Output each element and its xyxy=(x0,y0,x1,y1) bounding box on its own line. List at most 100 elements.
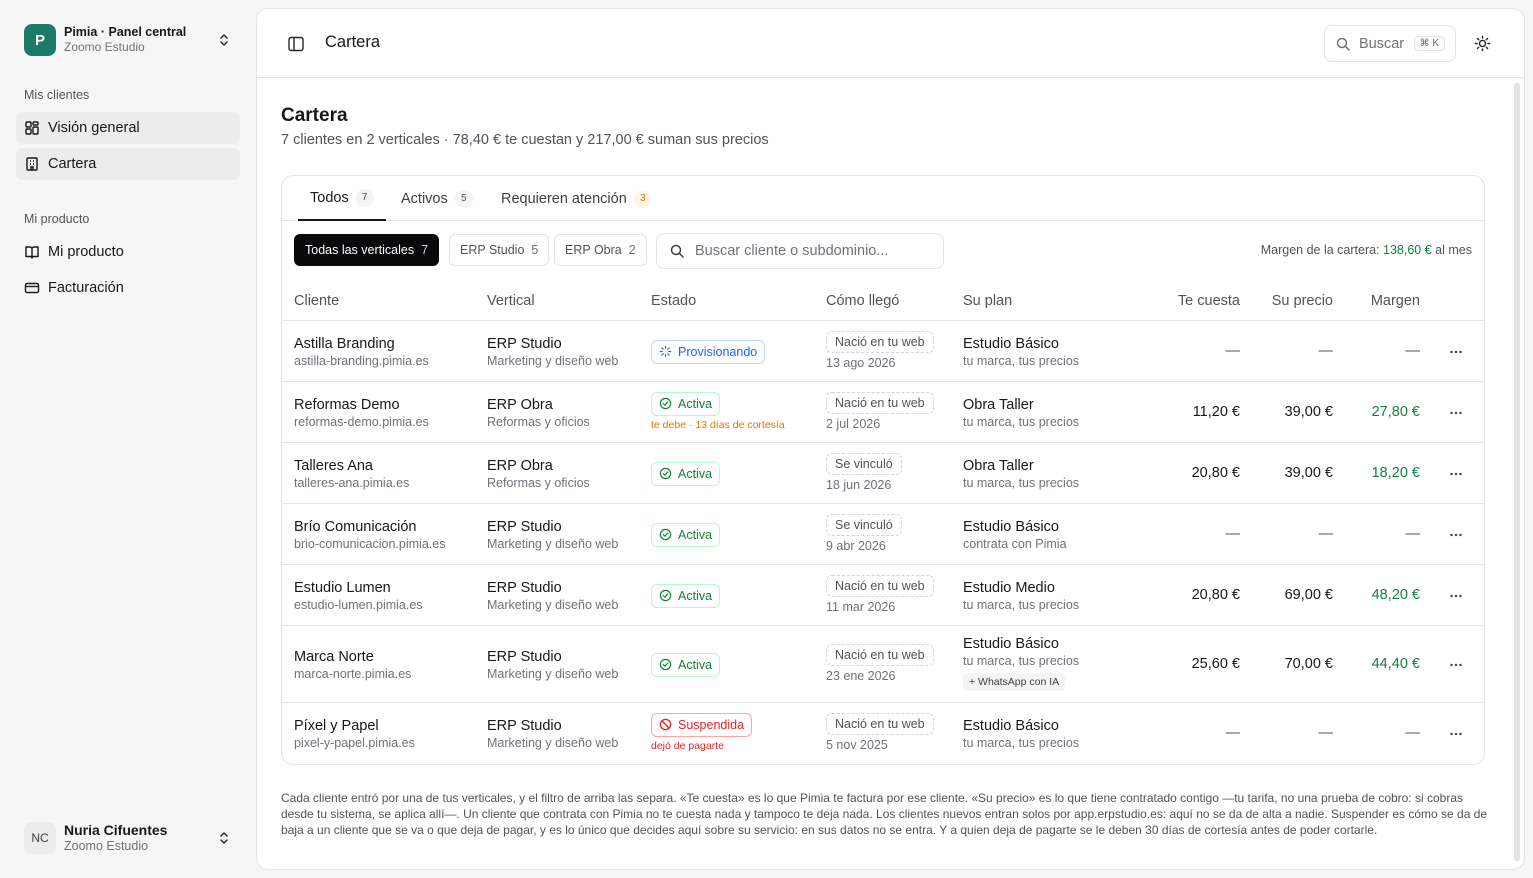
scrollbar[interactable] xyxy=(1514,83,1520,861)
tab-requieren-atencion[interactable]: Requieren atención 3 xyxy=(501,176,652,221)
client-cell: Talleres Ana talleres-ana.pimia.es xyxy=(294,458,409,491)
avatar: NC xyxy=(24,822,56,854)
origin-date: 11 mar 2026 xyxy=(826,599,896,614)
more-actions-icon[interactable] xyxy=(1448,657,1464,673)
plan-desc: tu marca, tus precios xyxy=(963,353,1080,368)
origin-date: 9 abr 2026 xyxy=(826,538,886,553)
sidebar-item-cartera[interactable]: Cartera xyxy=(16,148,240,180)
more-actions-icon[interactable] xyxy=(1448,466,1464,482)
sidebar-item-vision-general[interactable]: Visión general xyxy=(16,112,240,144)
tab-todos[interactable]: Todos 7 xyxy=(298,176,386,221)
status-cell: Activa xyxy=(651,461,721,486)
chip-erp-obra[interactable]: ERP Obra 2 xyxy=(554,234,647,266)
org-switcher[interactable]: P Pimia · Panel central Zoomo Estudio xyxy=(16,16,240,64)
client-name[interactable]: Astilla Branding xyxy=(294,336,429,353)
origin-badge: Se vinculó xyxy=(826,452,902,475)
col-su-plan[interactable]: Su plan xyxy=(963,293,1012,309)
sidebar-item-mi-producto[interactable]: Mi producto xyxy=(16,236,240,268)
plan-name: Estudio Básico xyxy=(963,636,1059,652)
col-vertical[interactable]: Vertical xyxy=(487,293,535,309)
status-tabs: Todos 7 Activos 5 Requieren atención 3 xyxy=(282,176,1484,221)
plan-cell: Obra Taller tu marca, tus precios xyxy=(963,397,1079,430)
ban-icon xyxy=(659,718,672,731)
plan-cell: Obra Taller tu marca, tus precios xyxy=(963,458,1079,491)
vertical-cell: ERP Studio Marketing y diseño web xyxy=(487,580,618,613)
status-badge: Activa xyxy=(651,522,721,547)
status-cell: Activa te debe · 13 días de cortesía xyxy=(651,391,785,431)
origin-date: 23 ene 2026 xyxy=(826,668,896,683)
chevrons-up-down-icon xyxy=(220,832,228,844)
client-name[interactable]: Reformas Demo xyxy=(294,397,429,414)
chip-todas-verticales[interactable]: Todas las verticales 7 xyxy=(294,234,440,266)
client-cell: Píxel y Papel pixel-y-papel.pimia.es xyxy=(294,718,415,751)
sidebar-toggle-icon[interactable] xyxy=(287,35,305,53)
col-cliente[interactable]: Cliente xyxy=(294,293,339,309)
col-te-cuesta[interactable]: Te cuesta xyxy=(1140,293,1240,309)
origin-cell: Nació en tu web 2 jul 2026 xyxy=(826,391,934,431)
building-icon xyxy=(26,157,38,171)
client-name[interactable]: Marca Norte xyxy=(294,649,411,666)
tab-count: 3 xyxy=(633,189,652,208)
chip-erp-studio[interactable]: ERP Studio 5 xyxy=(449,234,550,266)
table-row[interactable]: Astilla Branding astilla-branding.pimia.e… xyxy=(282,321,1484,382)
table-row[interactable]: Píxel y Papel pixel-y-papel.pimia.es ERP S… xyxy=(282,703,1484,764)
more-actions-icon[interactable] xyxy=(1448,726,1464,742)
status-note: dejó de pagarte xyxy=(651,739,724,752)
table-row[interactable]: Estudio Lumen estudio-lumen.pimia.es ERP S… xyxy=(282,565,1484,626)
tab-count: 5 xyxy=(454,189,473,208)
status-badge: Activa xyxy=(651,461,721,486)
table-row[interactable]: Reformas Demo reformas-demo.pimia.es ERP O… xyxy=(282,382,1484,443)
status-badge: Suspendida xyxy=(651,712,753,737)
client-cell: Brío Comunicación brio-comunicacion.pimia… xyxy=(294,519,445,552)
more-actions-icon[interactable] xyxy=(1448,344,1464,360)
price-value: 70,00 € xyxy=(1284,655,1333,672)
client-name[interactable]: Píxel y Papel xyxy=(294,718,415,735)
client-name[interactable]: Brío Comunicación xyxy=(294,519,445,536)
table-row[interactable]: Brío Comunicación brio-comunicacion.pimia… xyxy=(282,504,1484,565)
search-shortcut: ⌘ K xyxy=(1413,36,1445,51)
more-actions-icon[interactable] xyxy=(1448,405,1464,421)
vertical-cell: ERP Studio Marketing y diseño web xyxy=(487,649,618,682)
col-estado[interactable]: Estado xyxy=(651,293,696,309)
status-cell: Suspendida dejó de pagarte xyxy=(651,712,753,752)
origin-cell: Se vinculó 9 abr 2026 xyxy=(826,513,902,553)
origin-cell: Nació en tu web 11 mar 2026 xyxy=(826,574,934,614)
sidebar-item-label: Visión general xyxy=(48,120,140,136)
client-name[interactable]: Talleres Ana xyxy=(294,458,409,475)
org-name: Pimia · Panel central xyxy=(64,25,187,39)
more-actions-icon[interactable] xyxy=(1448,527,1464,543)
vertical-cell: ERP Obra Reformas y oficios xyxy=(487,397,590,430)
cost-value: 25,60 € xyxy=(1191,655,1240,672)
origin-badge: Nació en tu web xyxy=(826,643,934,666)
client-domain: marca-norte.pimia.es xyxy=(294,666,412,681)
client-name[interactable]: Estudio Lumen xyxy=(294,580,423,597)
origin-badge: Nació en tu web xyxy=(826,330,934,353)
vertical-name: ERP Studio xyxy=(487,335,562,352)
status-badge: Activa xyxy=(651,652,721,677)
client-search-input[interactable]: Buscar cliente o subdominio... xyxy=(656,233,944,269)
table-row[interactable]: Marca Norte marca-norte.pimia.es ERP Studi… xyxy=(282,626,1484,703)
global-search-button[interactable]: Buscar ⌘ K xyxy=(1324,25,1456,62)
client-cell: Reformas Demo reformas-demo.pimia.es xyxy=(294,397,429,430)
more-actions-icon[interactable] xyxy=(1448,588,1464,604)
user-menu[interactable]: NC Nuria Cifuentes Zoomo Estudio xyxy=(16,814,240,862)
table-row[interactable]: Talleres Ana talleres-ana.pimia.es ERP Obr… xyxy=(282,443,1484,504)
origin-cell: Nació en tu web 5 nov 2025 xyxy=(826,712,934,752)
col-su-precio[interactable]: Su precio xyxy=(1233,293,1333,309)
margin-value: — xyxy=(1405,724,1421,741)
sidebar-item-facturacion[interactable]: Facturación xyxy=(16,272,240,304)
origin-badge: Nació en tu web xyxy=(826,712,934,735)
col-como-llego[interactable]: Cómo llegó xyxy=(826,293,899,309)
sun-icon[interactable] xyxy=(1473,34,1492,53)
cost-value: — xyxy=(1225,342,1241,359)
col-margen[interactable]: Margen xyxy=(1320,293,1420,309)
price-value: 39,00 € xyxy=(1284,464,1333,481)
margin-value: 18,20 € xyxy=(1371,464,1420,481)
price-value: — xyxy=(1318,724,1334,741)
tab-activos[interactable]: Activos 5 xyxy=(401,176,473,221)
vertical-name: ERP Obra xyxy=(487,396,553,413)
vertical-desc: Marketing y diseño web xyxy=(487,666,619,681)
vertical-desc: Reformas y oficios xyxy=(487,414,590,429)
check-circle-icon xyxy=(659,397,672,410)
page-title: Cartera xyxy=(281,105,348,126)
